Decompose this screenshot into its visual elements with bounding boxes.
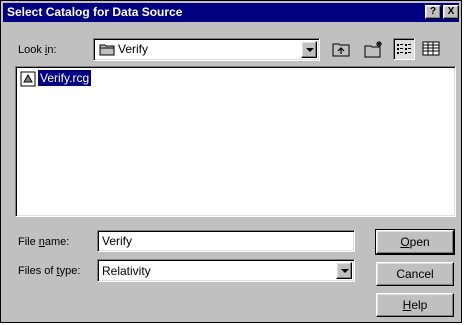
up-one-level-button[interactable] (330, 38, 352, 60)
new-folder-icon (364, 40, 384, 61)
file-type-dropdown[interactable]: Relativity (97, 259, 355, 282)
dialog-title: Select Catalog for Data Source (7, 5, 183, 19)
file-type-dropdown-arrow[interactable] (336, 262, 352, 279)
question-icon: ? (429, 6, 437, 17)
list-view-button[interactable] (393, 38, 415, 60)
file-list[interactable]: Verify.rcg (15, 66, 456, 217)
list-view-icon (396, 42, 412, 59)
close-icon: X (447, 6, 455, 17)
cancel-button[interactable]: Cancel (376, 262, 454, 286)
file-type-value: Relativity (102, 264, 151, 278)
file-name-input[interactable]: Verify (97, 230, 355, 252)
folder-icon (99, 43, 115, 59)
close-button[interactable]: X (443, 5, 459, 19)
details-view-button[interactable] (420, 38, 442, 60)
dialog-window: Select Catalog for Data Source ? X Look … (0, 0, 462, 323)
details-view-icon (422, 41, 440, 59)
file-name-label: File name: (18, 236, 70, 248)
open-button[interactable]: Open (375, 229, 455, 255)
look-in-value: Verify (118, 42, 149, 56)
help-button[interactable]: Help (376, 293, 454, 317)
file-name-value: Verify (102, 234, 133, 248)
help-title-button[interactable]: ? (425, 5, 441, 19)
look-in-label: Look in: (18, 44, 57, 56)
file-type-label: Files of type: (18, 265, 81, 277)
file-name-label: Verify.rcg (36, 69, 93, 87)
title-bar[interactable]: Select Catalog for Data Source (3, 3, 459, 22)
create-new-folder-button[interactable] (362, 38, 384, 60)
up-folder-icon (332, 41, 350, 60)
look-in-dropdown[interactable]: Verify (93, 38, 320, 61)
look-in-dropdown-arrow[interactable] (301, 41, 317, 58)
catalog-file-icon (20, 71, 36, 90)
